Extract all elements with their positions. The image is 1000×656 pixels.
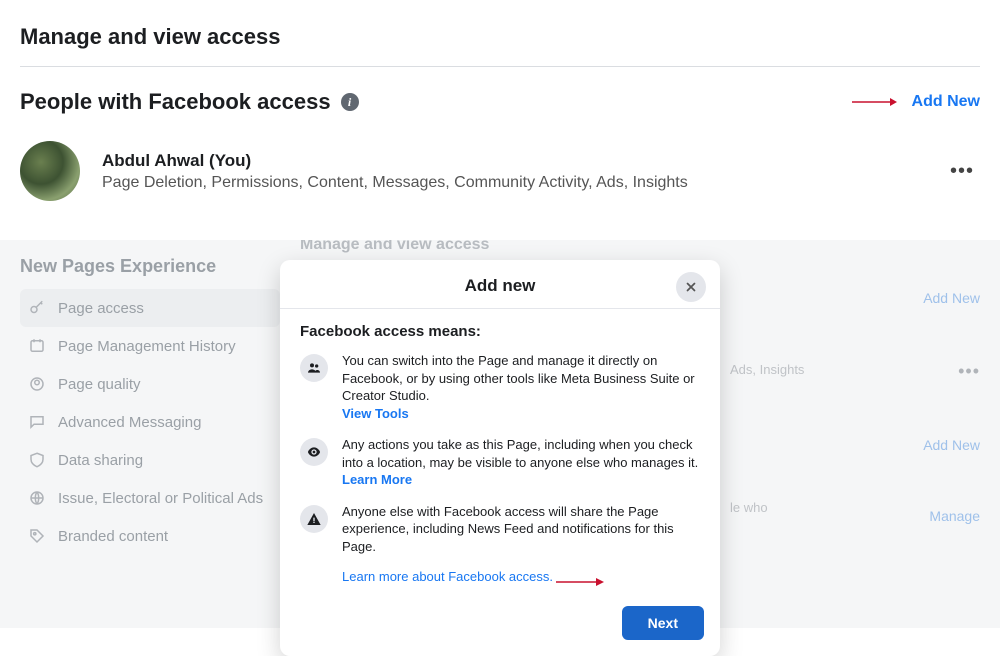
add-new-modal: Add new Facebook access means: You can s… xyxy=(280,260,720,656)
chat-icon xyxy=(28,413,46,431)
next-button[interactable]: Next xyxy=(622,606,704,640)
user-meta: Abdul Ahwal (You) Page Deletion, Permiss… xyxy=(102,151,922,192)
info-row-1: You can switch into the Page and manage … xyxy=(300,352,700,422)
annotation-arrow-icon-2 xyxy=(554,562,606,592)
divider xyxy=(20,66,980,67)
sidebar-item-label: Page access xyxy=(58,300,144,317)
bg-right-actions: Add New ••• Add New Manage xyxy=(923,290,980,524)
section-left: People with Facebook access i xyxy=(20,89,359,115)
tag-icon xyxy=(28,527,46,545)
sidebar-item-quality[interactable]: Page quality xyxy=(20,365,280,403)
section-title: People with Facebook access xyxy=(20,89,331,115)
bg-faded-text-2: le who xyxy=(730,500,870,515)
sidebar-item-label: Advanced Messaging xyxy=(58,414,201,431)
means-title: Facebook access means: xyxy=(300,323,700,340)
sidebar-item-label: Page Management History xyxy=(58,338,236,355)
sidebar-item-data-sharing[interactable]: Data sharing xyxy=(20,441,280,479)
sidebar-item-history[interactable]: Page Management History xyxy=(20,327,280,365)
modal-body: Facebook access means: You can switch in… xyxy=(280,309,720,594)
info-row-1-body: You can switch into the Page and manage … xyxy=(342,353,695,403)
avatar[interactable] xyxy=(20,141,80,201)
shield-outline-icon xyxy=(28,451,46,469)
user-name: Abdul Ahwal (You) xyxy=(102,151,922,171)
bg-faded-text-1: Ads, Insights xyxy=(730,362,804,377)
key-icon xyxy=(28,299,46,317)
sidebar-item-messaging[interactable]: Advanced Messaging xyxy=(20,403,280,441)
page-title: Manage and view access xyxy=(20,24,980,50)
add-new-link[interactable]: Add New xyxy=(912,93,980,111)
info-icon[interactable]: i xyxy=(341,93,359,111)
user-permissions: Page Deletion, Permissions, Content, Mes… xyxy=(102,174,922,192)
learn-more-link[interactable]: Learn More xyxy=(342,472,412,487)
sidebar-item-label: Page quality xyxy=(58,376,141,393)
learn-about-access-link[interactable]: Learn more about Facebook access. xyxy=(342,569,553,584)
info-row-3: Anyone else with Facebook access will sh… xyxy=(300,503,700,556)
bg-manage[interactable]: Manage xyxy=(929,508,980,524)
more-options-icon[interactable]: ••• xyxy=(944,160,980,183)
info-row-2-text: Any actions you take as this Page, inclu… xyxy=(342,436,700,489)
modal-header: Add new xyxy=(280,260,720,309)
info-row-3-body: Anyone else with Facebook access will sh… xyxy=(342,504,674,554)
warning-icon xyxy=(300,505,328,533)
modal-footer: Next xyxy=(280,594,720,656)
sidebar-item-political[interactable]: Issue, Electoral or Political Ads xyxy=(20,479,280,517)
user-row: Abdul Ahwal (You) Page Deletion, Permiss… xyxy=(20,141,980,201)
eye-icon xyxy=(300,438,328,466)
info-row-2: Any actions you take as this Page, inclu… xyxy=(300,436,700,489)
clock-icon xyxy=(28,337,46,355)
people-icon xyxy=(300,354,328,382)
sidebar-item-label: Branded content xyxy=(58,528,168,545)
view-tools-link[interactable]: View Tools xyxy=(342,406,409,421)
shield-icon xyxy=(28,375,46,393)
modal-title: Add new xyxy=(465,276,536,296)
close-button[interactable] xyxy=(676,272,706,302)
bg-add-new-1[interactable]: Add New xyxy=(923,290,980,306)
bg-ghost-title: Manage and view access xyxy=(300,240,489,254)
close-icon xyxy=(684,280,698,294)
sidebar-item-branded[interactable]: Branded content xyxy=(20,517,280,555)
sidebar-item-label: Data sharing xyxy=(58,452,143,469)
bg-more-icon[interactable]: ••• xyxy=(958,361,980,382)
sidebar-item-label: Issue, Electoral or Political Ads xyxy=(58,490,263,507)
bg-add-new-2[interactable]: Add New xyxy=(923,437,980,453)
sidebar-item-page-access[interactable]: Page access xyxy=(20,289,280,327)
learn-about-access: Learn more about Facebook access. xyxy=(342,569,700,584)
info-row-2-body: Any actions you take as this Page, inclu… xyxy=(342,437,698,470)
info-row-3-text: Anyone else with Facebook access will sh… xyxy=(342,503,700,556)
add-new-wrap: Add New xyxy=(850,93,980,111)
annotation-arrow-icon xyxy=(850,94,898,110)
info-row-1-text: You can switch into the Page and manage … xyxy=(342,352,700,422)
section-header: People with Facebook access i Add New xyxy=(20,89,980,115)
globe-icon xyxy=(28,489,46,507)
